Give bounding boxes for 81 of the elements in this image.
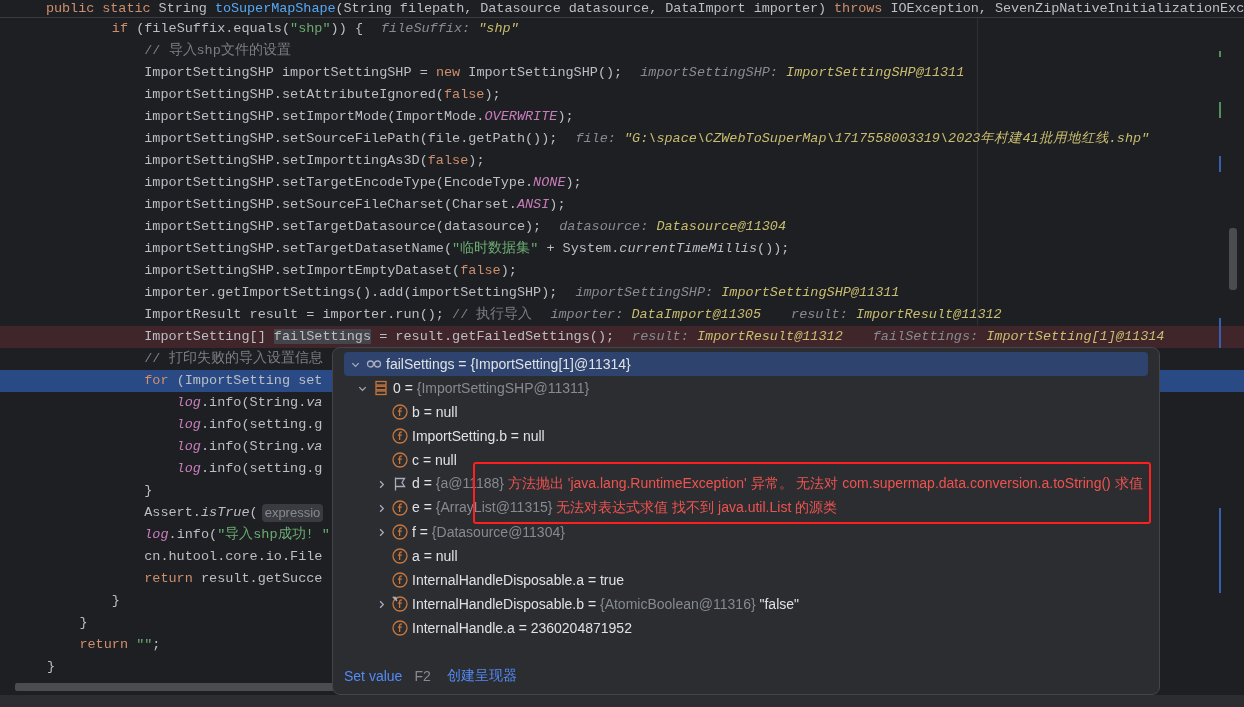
array-icon	[373, 380, 389, 396]
inline-value-hint: importSettingSHP: ImportSettingSHP@11311	[575, 284, 900, 302]
code-line: importSettingSHP.setTargetDatasetName("临时数据集" + System.currentTimeMillis());	[143, 239, 790, 258]
inline-value-hint: failSettings: ImportSetting[1]@11314	[872, 328, 1165, 346]
variable-tree-item[interactable]: InternalHandleDisposable.a = true	[344, 568, 1148, 592]
variable-tree-item[interactable]: InternalHandle.a = 2360204871952	[344, 616, 1148, 640]
code-line: return result.getSucce	[143, 570, 323, 588]
variable-value-text: ImportSetting.b = null	[412, 428, 545, 444]
code-line: Assert.isTrue(	[143, 504, 258, 522]
field-icon	[392, 596, 408, 612]
code-line: cn.hutool.core.io.File	[143, 548, 323, 566]
variable-value-text: f = {Datasource@11304}	[412, 524, 565, 540]
flag-icon	[392, 476, 408, 492]
code-line: }	[110, 592, 120, 610]
variable-tree-item[interactable]: f = {Datasource@11304}	[344, 520, 1148, 544]
code-line: log.info(setting.g	[175, 416, 323, 434]
field-icon	[392, 548, 408, 564]
code-line: }	[143, 482, 153, 500]
code-line: public static String toSuperMapShape(String filepath, Datasource datasource, DataImport importer) throws IOException, SevenZipNativeInitializationExc	[46, 1, 1244, 16]
code-line: ImportSetting[] failSettings = result.getFailedSettings();	[143, 328, 615, 346]
code-line: importSettingSHP.setAttributeIgnored(false);	[143, 86, 501, 104]
variable-tree-item[interactable]: b = null	[344, 400, 1148, 424]
field-icon	[392, 500, 408, 516]
footer-link[interactable]: 创建呈现器	[446, 667, 517, 685]
code-line: log.info(setting.g	[175, 460, 323, 478]
inline-value-hint: result: ImportResult@11312	[632, 328, 843, 346]
code-line: log.info("导入shp成功! "	[143, 525, 330, 544]
code-line: }	[47, 658, 56, 676]
variable-value-text: InternalHandleDisposable.b = {AtomicBoolean@11316} "false"	[412, 596, 799, 612]
field-icon	[392, 452, 408, 468]
field-icon	[392, 524, 408, 540]
inline-value-hint: result: ImportResult@11312	[791, 306, 1002, 324]
variable-value-text: InternalHandle.a = 2360204871952	[412, 620, 632, 636]
field-icon	[392, 620, 408, 636]
code-line: importer.getImportSettings().add(importSettingSHP);	[143, 284, 558, 302]
change-marker	[1219, 102, 1221, 118]
code-line: return "";	[78, 636, 161, 654]
code-line: log.info(String.va	[175, 394, 323, 412]
inline-value-hint: file: "G:\space\CZWebToSuperMap\1717558003319\2023年村建41批用地红线.shp"	[575, 130, 1150, 148]
variable-tree-item[interactable]: InternalHandleDisposable.b = {AtomicBoolean@11316} "false"	[344, 592, 1148, 616]
variable-value-text: b = null	[412, 404, 458, 420]
change-marker	[1219, 318, 1221, 348]
code-line: importSettingSHP.setImportMode(ImportMode.OVERWRITE);	[143, 108, 574, 126]
code-line: importSettingSHP.setImportEmptyDataset(false);	[143, 262, 517, 280]
shortcut-label: F2	[414, 668, 431, 684]
code-line: importSettingSHP.setImporttingAs3D(false);	[143, 152, 485, 170]
variable-tree-item[interactable]: a = null	[344, 544, 1148, 568]
code-line: }	[78, 614, 88, 632]
inline-value-hint: importSettingSHP: ImportSettingSHP@11311	[640, 64, 965, 82]
code-line: importSettingSHP.setSourceFileCharset(Charset.ANSI);	[143, 196, 566, 214]
inline-value-hint: datasource: Datasource@11304	[559, 218, 787, 236]
vertical-scrollbar-thumb[interactable]	[1229, 228, 1237, 290]
horizontal-scrollbar-thumb[interactable]	[15, 683, 335, 691]
variable-value-text: c = null	[412, 452, 457, 468]
change-marker	[1219, 156, 1221, 172]
code-line: if (fileSuffix.equals("shp")) {	[110, 20, 363, 38]
parameter-hint: expressio	[261, 504, 324, 522]
change-marker	[1219, 51, 1221, 57]
variable-value-text: a = null	[412, 548, 458, 564]
footer-link[interactable]: Set value	[344, 668, 403, 684]
code-line: log.info(String.va	[175, 438, 323, 456]
variable-value-text: failSettings = {ImportSetting[1]@11314}	[386, 356, 631, 372]
variable-tree-item[interactable]: failSettings = {ImportSetting[1]@11314}	[344, 352, 1148, 376]
code-line: // 打印失败的导入设置信息	[143, 349, 323, 368]
code-line: importSettingSHP.setSourceFilePath(file.getPath());	[143, 130, 558, 148]
code-line: for (ImportSetting set	[143, 372, 323, 390]
variable-tree-item[interactable]: 0 = {ImportSettingSHP@11311}	[344, 376, 1148, 400]
field-icon	[392, 428, 408, 444]
field-icon	[392, 404, 408, 420]
inline-value-hint: fileSuffix: "shp"	[381, 20, 519, 38]
code-line: // 导入shp文件的设置	[143, 41, 291, 60]
inline-value-hint: importer: DataImport@11305	[550, 306, 762, 324]
variable-value-text: InternalHandleDisposable.a = true	[412, 572, 625, 588]
code-line: importSettingSHP.setTargetDatasource(datasource);	[143, 218, 542, 236]
code-line: importSettingSHP.setTargetEncodeType(EncodeType.NONE);	[143, 174, 582, 192]
variable-tree-item[interactable]: ImportSetting.b = null	[344, 424, 1148, 448]
code-line: ImportResult result = importer.run(); // 执行导入	[143, 305, 533, 324]
variable-value-text: 0 = {ImportSettingSHP@11311}	[393, 380, 590, 396]
variable-tree-item[interactable]: c = null	[344, 448, 1148, 472]
field-icon	[392, 572, 408, 588]
code-line: ImportSettingSHP importSettingSHP = new ImportSettingSHP();	[143, 64, 623, 82]
